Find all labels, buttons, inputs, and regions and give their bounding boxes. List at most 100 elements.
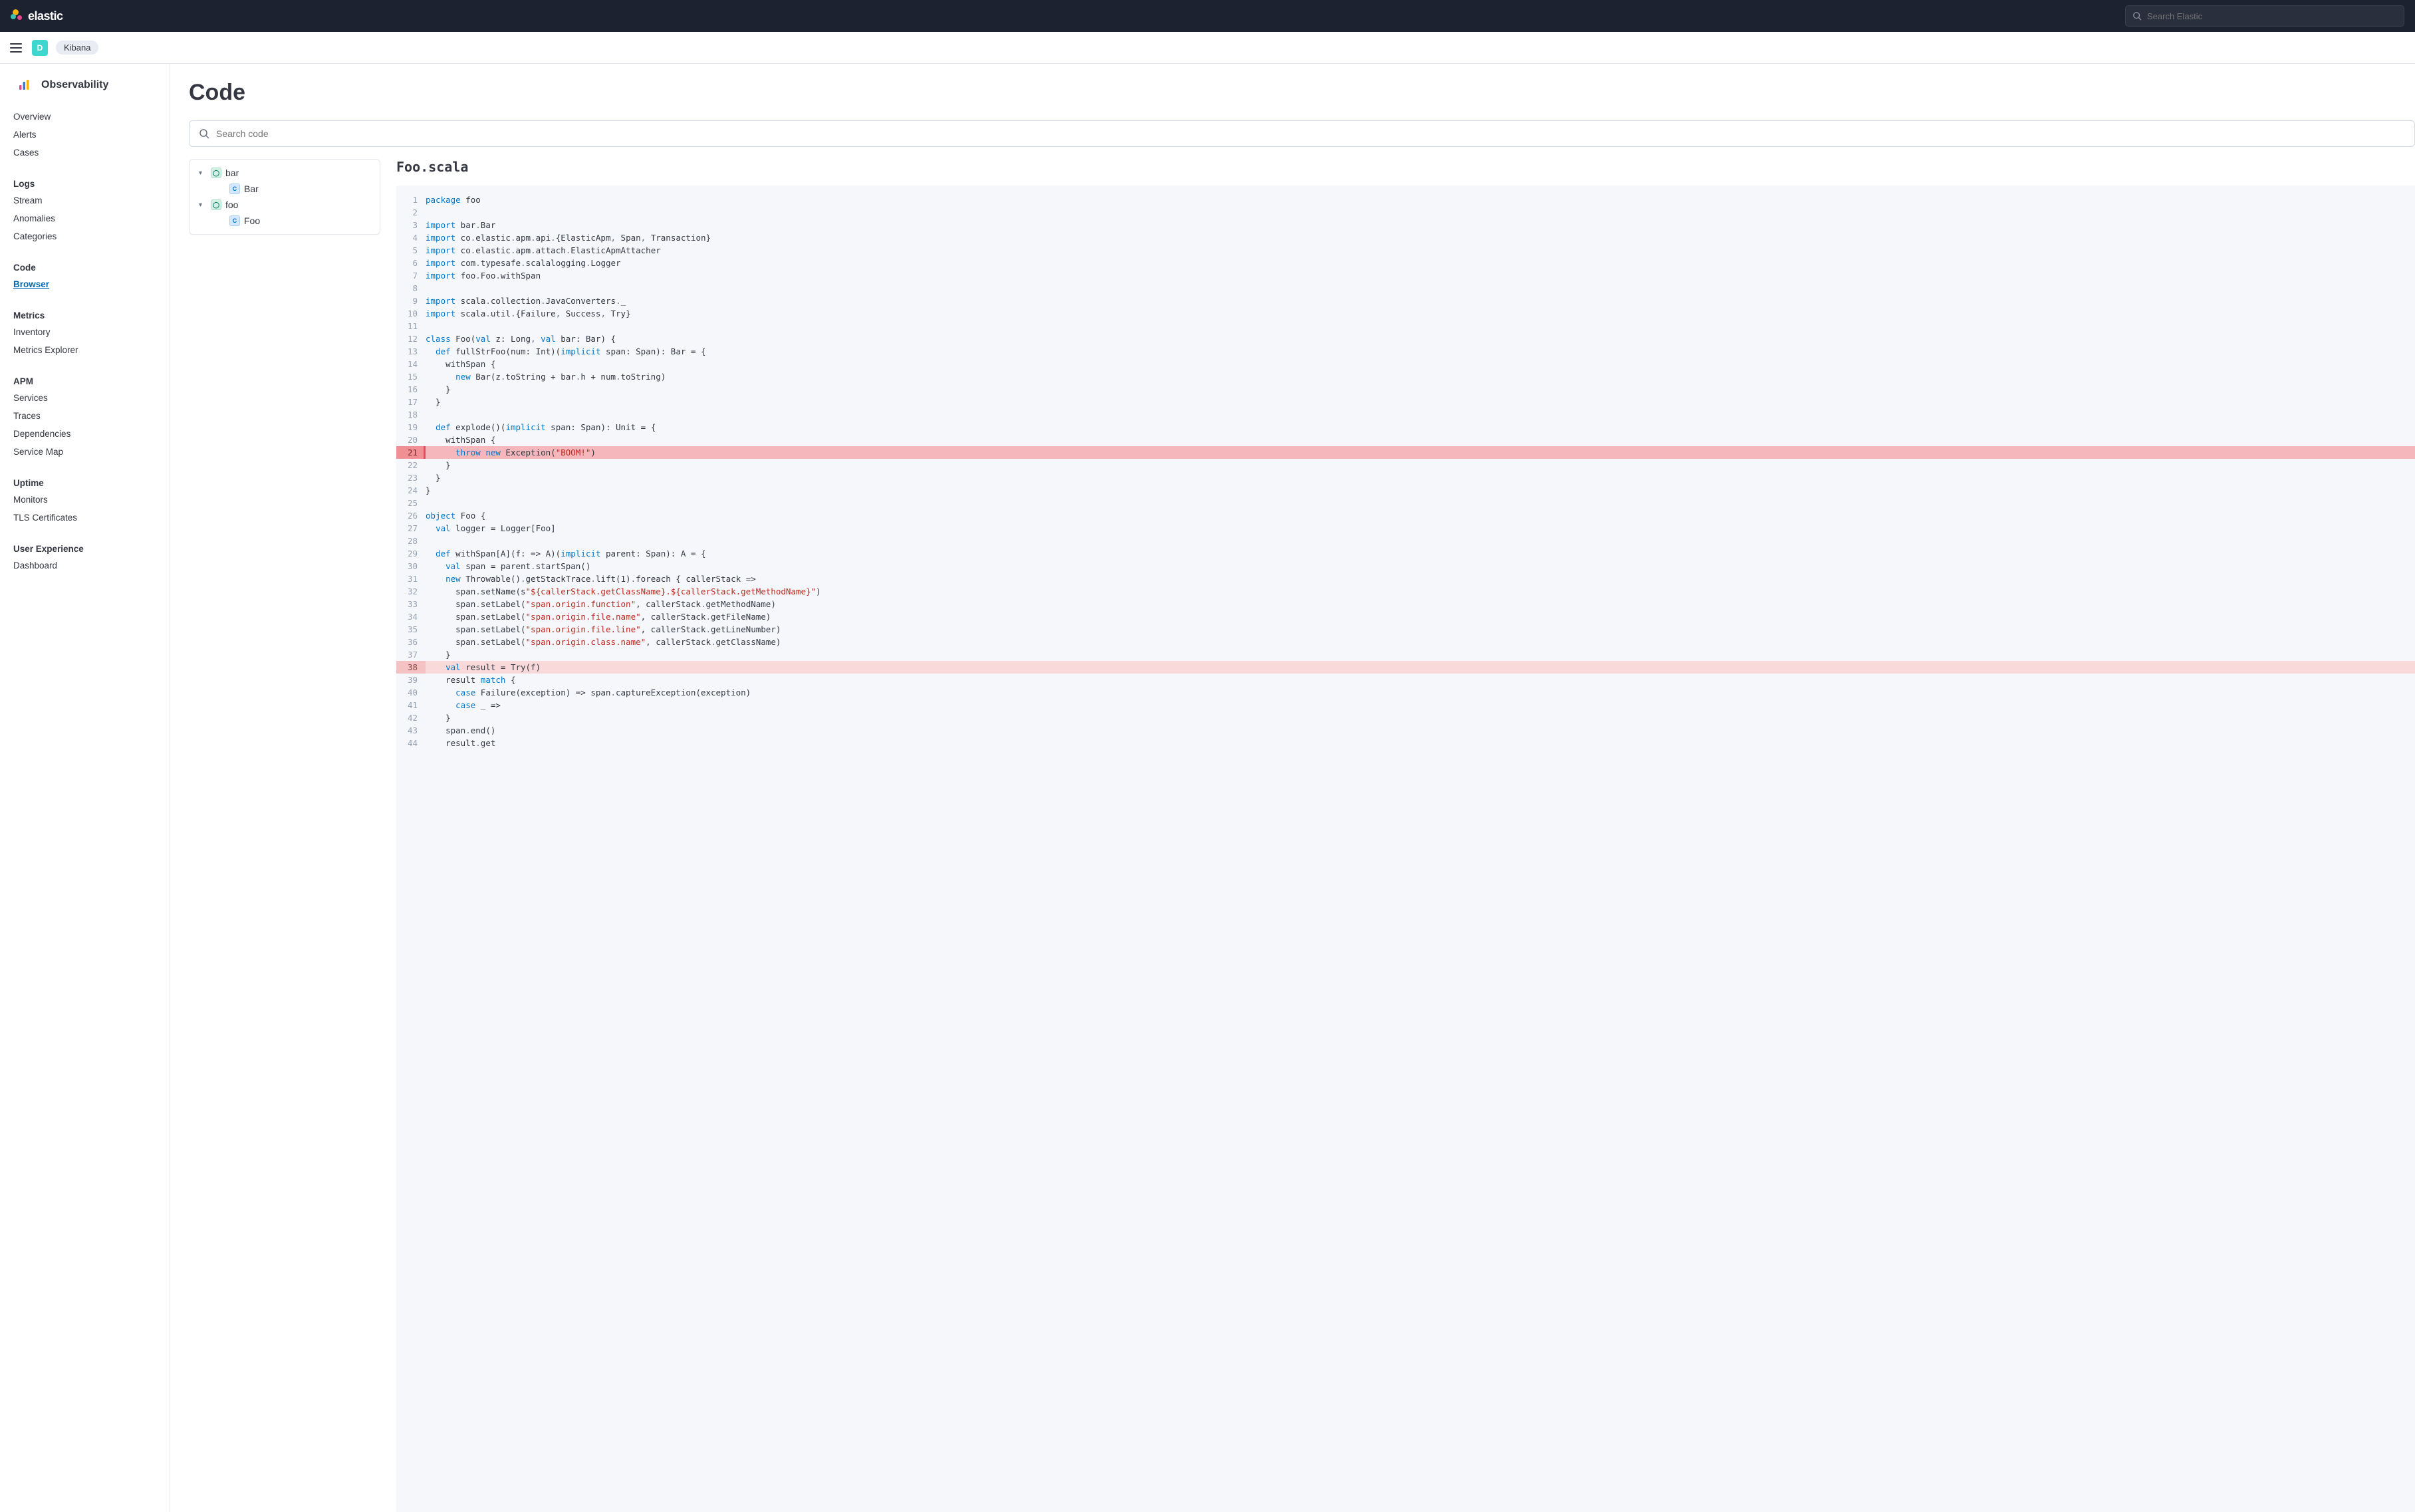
sidebar-item-anomalies[interactable]: Anomalies [0, 209, 170, 227]
code-line: 4import co.elastic.apm.api.{ElasticApm, … [396, 231, 2415, 244]
sidebar-item-categories[interactable]: Categories [0, 227, 170, 245]
code-line: 39 result match { [396, 674, 2415, 686]
chevron-down-icon: ▾ [199, 201, 207, 209]
code-line: 2 [396, 206, 2415, 219]
sidebar-item-alerts[interactable]: Alerts [0, 126, 170, 144]
global-search[interactable] [2125, 5, 2404, 27]
line-number: 12 [396, 332, 426, 345]
line-number: 16 [396, 383, 426, 396]
line-content: span.setLabel("span.origin.function", ca… [426, 598, 789, 610]
sidebar-item-metrics-explorer[interactable]: Metrics Explorer [0, 341, 170, 359]
sidebar-item-monitors[interactable]: Monitors [0, 491, 170, 509]
sidebar-item-inventory[interactable]: Inventory [0, 323, 170, 341]
code-line: 26object Foo { [396, 509, 2415, 522]
line-number: 37 [396, 648, 426, 661]
code-line: 9import scala.collection.JavaConverters.… [396, 295, 2415, 307]
code-line: 18 [396, 408, 2415, 421]
line-number: 34 [396, 610, 426, 623]
sidebar-item-dependencies[interactable]: Dependencies [0, 425, 170, 443]
tree-class-Foo[interactable]: CFoo [193, 213, 376, 229]
line-content: import com.typesafe.scalalogging.Logger [426, 257, 634, 269]
line-number: 40 [396, 686, 426, 699]
line-number: 18 [396, 408, 426, 421]
sidebar-heading-logs: Logs [0, 174, 170, 191]
line-number: 29 [396, 547, 426, 560]
space-avatar[interactable]: D [32, 40, 48, 56]
line-content: } [426, 471, 454, 484]
sidebar-item-tls-certificates[interactable]: TLS Certificates [0, 509, 170, 527]
line-number: 32 [396, 585, 426, 598]
code-line: 8 [396, 282, 2415, 295]
line-content: span.setLabel("span.origin.file.name", c… [426, 610, 784, 623]
code-line: 22 } [396, 459, 2415, 471]
code-line: 29 def withSpan[A](f: => A)(implicit par… [396, 547, 2415, 560]
sidebar-title: Observability [41, 79, 108, 91]
code-line: 35 span.setLabel("span.origin.file.line"… [396, 623, 2415, 636]
line-content: import co.elastic.apm.attach.ElasticApmA… [426, 244, 674, 257]
tree-label: bar [225, 168, 239, 178]
main-content: Code ▾◯barCBar▾◯fooCFoo Foo.scala 1packa… [170, 64, 2415, 1512]
line-number: 28 [396, 535, 426, 547]
sidebar-item-overview[interactable]: Overview [0, 108, 170, 126]
code-line: 13 def fullStrFoo(num: Int)(implicit spa… [396, 345, 2415, 358]
line-content: val logger = Logger[Foo] [426, 522, 569, 535]
code-line: 19 def explode()(implicit span: Span): U… [396, 421, 2415, 434]
line-content: } [426, 396, 454, 408]
code-line: 12class Foo(val z: Long, val bar: Bar) { [396, 332, 2415, 345]
brand-logo[interactable]: elastic [11, 9, 63, 23]
tree-package-foo[interactable]: ▾◯foo [193, 197, 376, 213]
code-line: 37 } [396, 648, 2415, 661]
code-line: 44 result.get [396, 737, 2415, 749]
code-viewer[interactable]: 1package foo23import bar.Bar4import co.e… [396, 186, 2415, 1512]
code-line: 3import bar.Bar [396, 219, 2415, 231]
line-content: package foo [426, 193, 494, 206]
line-content: class Foo(val z: Long, val bar: Bar) { [426, 332, 629, 345]
sidebar-item-traces[interactable]: Traces [0, 407, 170, 425]
code-search-input[interactable] [216, 128, 2405, 139]
line-number: 6 [396, 257, 426, 269]
line-number: 33 [396, 598, 426, 610]
line-content: } [426, 459, 464, 471]
code-line: 14 withSpan { [396, 358, 2415, 370]
code-line: 16 } [396, 383, 2415, 396]
line-number: 10 [396, 307, 426, 320]
line-content: import bar.Bar [426, 219, 509, 231]
sidebar-item-browser[interactable]: Browser [0, 275, 170, 293]
tree-class-Bar[interactable]: CBar [193, 181, 376, 197]
code-line: 11 [396, 320, 2415, 332]
line-content: def fullStrFoo(num: Int)(implicit span: … [426, 345, 719, 358]
line-number: 3 [396, 219, 426, 231]
line-number: 25 [396, 497, 426, 509]
nav-toggle-icon[interactable] [8, 40, 24, 56]
tree-label: Foo [244, 215, 260, 226]
line-content: withSpan { [426, 358, 509, 370]
observability-icon [16, 77, 32, 93]
tree-package-bar[interactable]: ▾◯bar [193, 165, 376, 181]
line-content [426, 497, 439, 509]
breadcrumb[interactable]: Kibana [56, 41, 98, 55]
sidebar-heading-uptime: Uptime [0, 473, 170, 491]
sidebar-item-stream[interactable]: Stream [0, 191, 170, 209]
line-content: import foo.Foo.withSpan [426, 269, 554, 282]
code-line: 38 val result = Try(f) [396, 661, 2415, 674]
sidebar-item-services[interactable]: Services [0, 389, 170, 407]
line-number: 42 [396, 711, 426, 724]
code-search[interactable] [189, 120, 2415, 147]
code-line: 17 } [396, 396, 2415, 408]
code-line: 20 withSpan { [396, 434, 2415, 446]
sidebar-item-cases[interactable]: Cases [0, 144, 170, 162]
line-content: span.setLabel("span.origin.class.name", … [426, 636, 794, 648]
line-number: 7 [396, 269, 426, 282]
code-line: 6import com.typesafe.scalalogging.Logger [396, 257, 2415, 269]
global-search-input[interactable] [2147, 11, 2397, 21]
line-content: span.setName(s"${callerStack.getClassNam… [426, 585, 834, 598]
file-tree: ▾◯barCBar▾◯fooCFoo [189, 159, 380, 235]
line-number: 14 [396, 358, 426, 370]
code-line: 27 val logger = Logger[Foo] [396, 522, 2415, 535]
line-number: 4 [396, 231, 426, 244]
line-content [426, 206, 439, 219]
sidebar-item-service-map[interactable]: Service Map [0, 443, 170, 461]
line-content [426, 535, 439, 547]
line-content [426, 282, 439, 295]
sidebar-item-dashboard[interactable]: Dashboard [0, 557, 170, 574]
